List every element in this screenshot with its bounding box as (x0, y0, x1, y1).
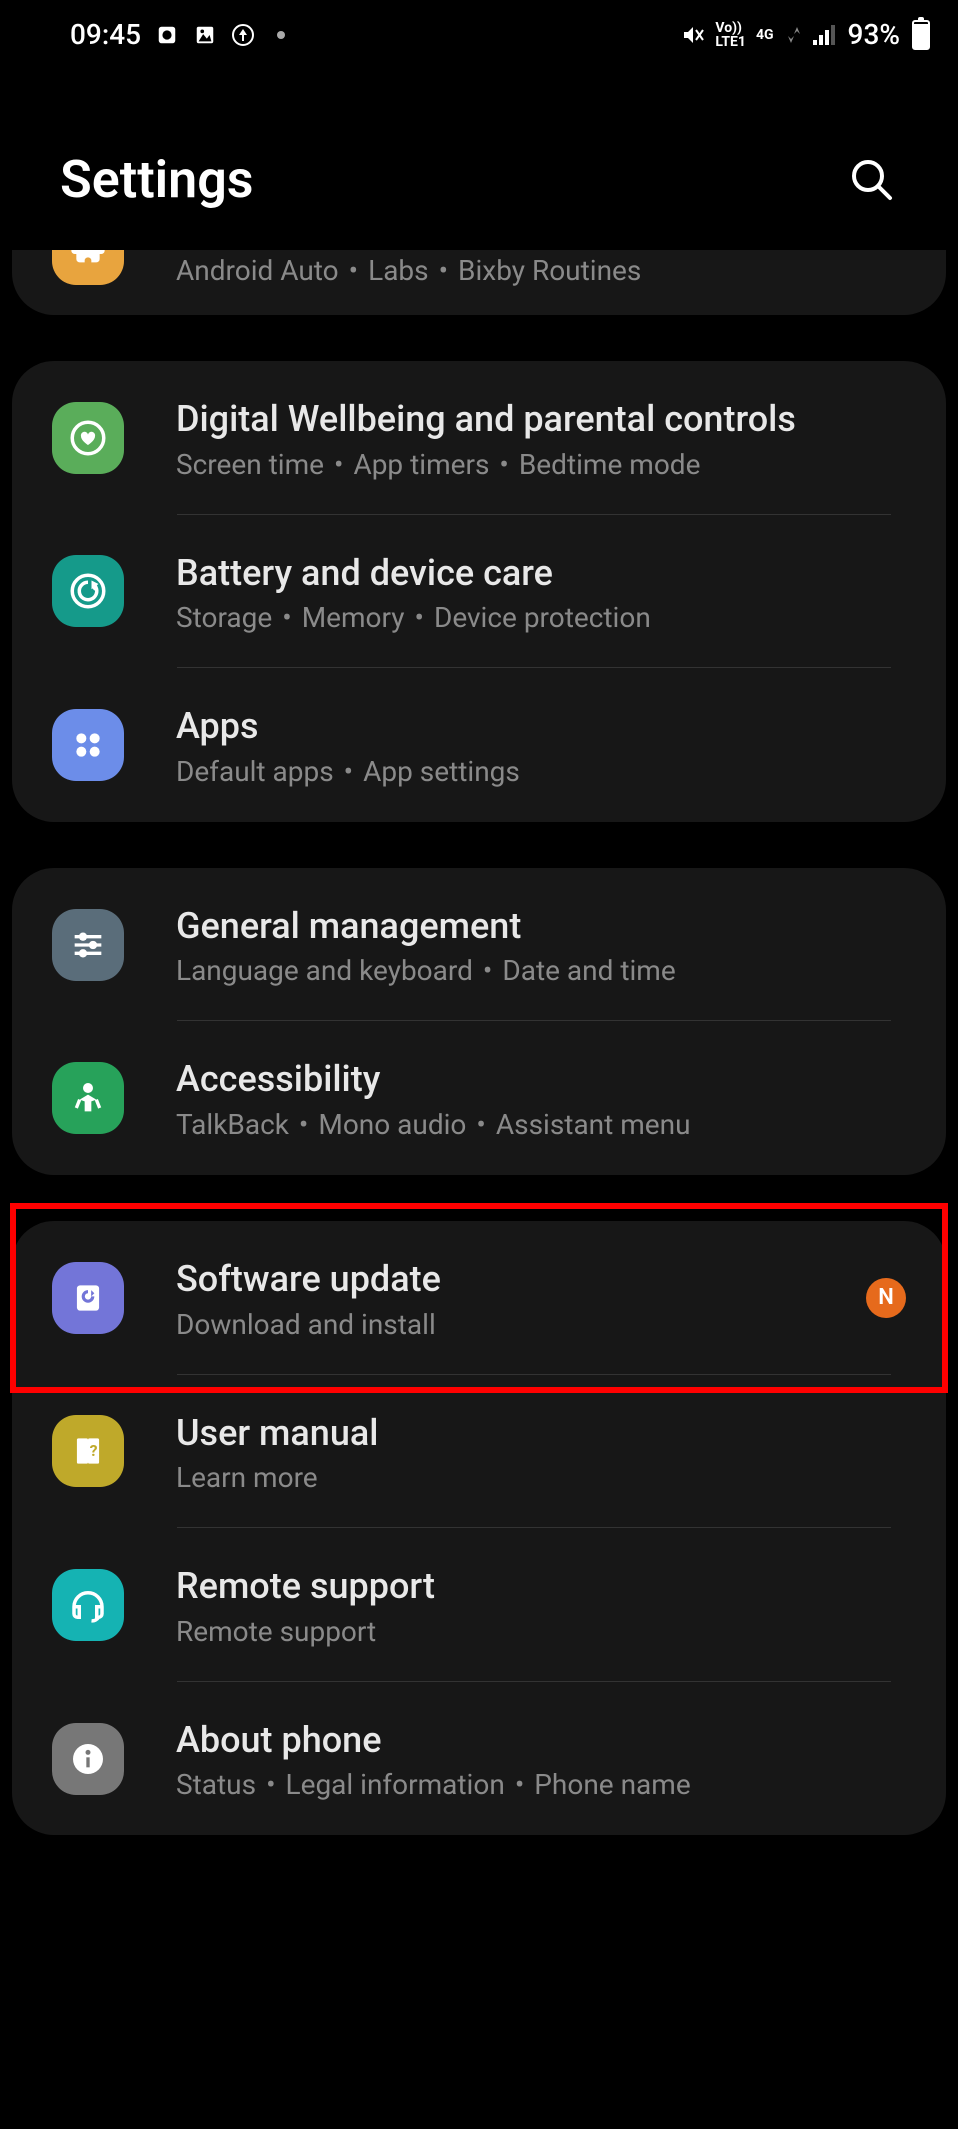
item-text: Accessibility TalkBack•Mono audio•Assista… (176, 1055, 906, 1141)
settings-item-advanced-features[interactable]: Advanced featuresAndroid Auto•Labs•Bixby… (12, 250, 946, 315)
update-icon (52, 1262, 124, 1334)
settings-list: Advanced featuresAndroid Auto•Labs•Bixby… (0, 250, 958, 1921)
volte-indicator: Vo)) LTE1 (715, 21, 746, 49)
person-icon (52, 1062, 124, 1134)
data-type-indicator: 4G (756, 28, 774, 42)
battery-icon (912, 20, 930, 50)
search-button[interactable] (846, 154, 898, 206)
item-title: Digital Wellbeing and parental controls (176, 395, 906, 444)
svg-text:?: ? (90, 1441, 98, 1460)
item-subtitle: Learn more (176, 1461, 906, 1494)
status-bar: 09:45 Vo)) LTE1 4G 93% (0, 0, 958, 69)
status-right: Vo)) LTE1 4G 93% (681, 18, 930, 51)
item-title: About phone (176, 1716, 906, 1765)
search-icon (848, 156, 896, 204)
item-subtitle: Android Auto•Labs•Bixby Routines (176, 254, 906, 287)
gallery-icon (193, 23, 217, 47)
item-text: User manualLearn more (176, 1409, 906, 1495)
item-title: General management (176, 902, 906, 951)
item-subtitle: Language and keyboard•Date and time (176, 954, 906, 987)
item-text: General managementLanguage and keyboard•… (176, 902, 906, 988)
settings-item-apps[interactable]: Apps Default apps•App settings (12, 668, 946, 822)
signal-strength-icon (812, 23, 836, 47)
settings-item-general-management[interactable]: General managementLanguage and keyboard•… (12, 868, 946, 1022)
grid-dots-icon (52, 709, 124, 781)
settings-group: Digital Wellbeing and parental controls S… (12, 361, 946, 822)
status-time: 09:45 (70, 18, 141, 51)
settings-item-digital-wellbeing[interactable]: Digital Wellbeing and parental controls S… (12, 361, 946, 515)
puzzle-icon (52, 250, 124, 285)
item-title: Apps (176, 702, 906, 751)
item-title: Software update (176, 1255, 866, 1304)
item-subtitle: Screen time•App timers•Bedtime mode (176, 448, 906, 481)
item-subtitle: Storage•Memory•Device protection (176, 601, 906, 634)
item-text: About phoneStatus•Legal information•Phon… (176, 1716, 906, 1802)
item-subtitle: Download and install (176, 1308, 866, 1341)
battery-percent: 93% (848, 18, 900, 51)
item-title: User manual (176, 1409, 906, 1458)
more-notifications-dot (277, 31, 285, 39)
settings-item-accessibility[interactable]: Accessibility TalkBack•Mono audio•Assista… (12, 1021, 946, 1175)
data-arrows-icon (782, 23, 806, 47)
camera-square-icon (155, 23, 179, 47)
item-title: Battery and device care (176, 549, 906, 598)
page-title: Settings (60, 149, 254, 210)
update-badge: N (866, 1278, 906, 1318)
item-subtitle: TalkBack•Mono audio•Assistant menu (176, 1108, 906, 1141)
settings-item-about-phone[interactable]: About phoneStatus•Legal information•Phon… (12, 1682, 946, 1836)
item-text: Battery and device careStorage•Memory•De… (176, 549, 906, 635)
mute-icon (681, 23, 705, 47)
book-help-icon: ? (52, 1415, 124, 1487)
item-text: Advanced featuresAndroid Auto•Labs•Bixby… (176, 250, 906, 287)
update-available-icon (231, 23, 255, 47)
heart-circle-icon (52, 402, 124, 474)
headset-icon (52, 1569, 124, 1641)
item-title: Accessibility (176, 1055, 906, 1104)
settings-item-user-manual[interactable]: ? User manualLearn more (12, 1375, 946, 1529)
info-icon (52, 1723, 124, 1795)
item-text: Remote support Remote support (176, 1562, 906, 1648)
item-title: Remote support (176, 1562, 906, 1611)
item-text: Software update Download and install (176, 1255, 866, 1341)
settings-group: Advanced featuresAndroid Auto•Labs•Bixby… (12, 250, 946, 315)
page-header: Settings (0, 69, 958, 250)
status-left: 09:45 (70, 18, 285, 51)
settings-group: General managementLanguage and keyboard•… (12, 868, 946, 1175)
item-subtitle: Status•Legal information•Phone name (176, 1768, 906, 1801)
settings-group: Software update Download and installN? Use… (12, 1221, 946, 1835)
item-text: Digital Wellbeing and parental controls S… (176, 395, 906, 481)
item-subtitle: Remote support (176, 1615, 906, 1648)
settings-item-software-update[interactable]: Software update Download and installN (12, 1221, 946, 1375)
refresh-circle-icon (52, 555, 124, 627)
settings-item-remote-support[interactable]: Remote support Remote support (12, 1528, 946, 1682)
item-text: Apps Default apps•App settings (176, 702, 906, 788)
item-subtitle: Default apps•App settings (176, 755, 906, 788)
sliders-icon (52, 909, 124, 981)
settings-item-battery-device-care[interactable]: Battery and device careStorage•Memory•De… (12, 515, 946, 669)
